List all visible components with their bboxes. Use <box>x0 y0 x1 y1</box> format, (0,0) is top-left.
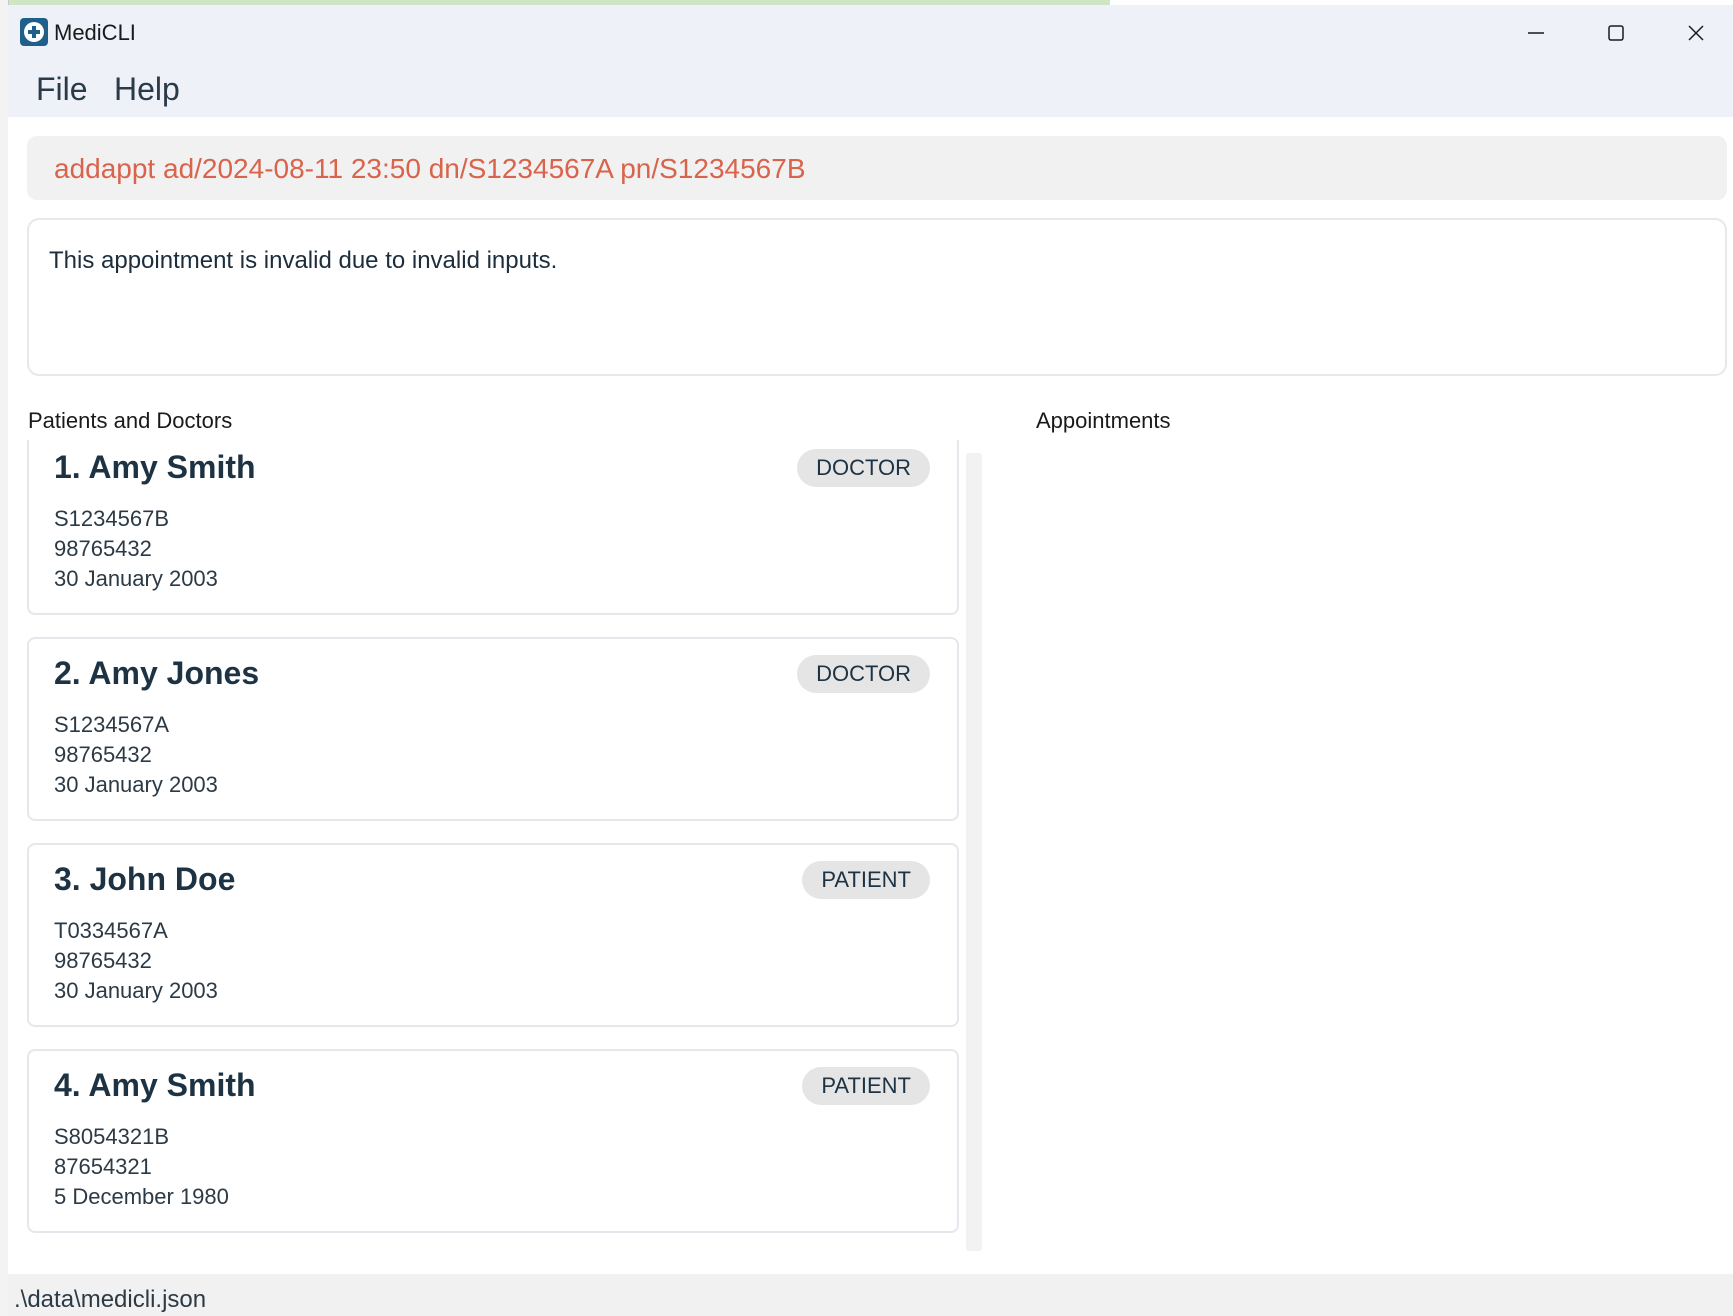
status-bar: .\data\medicli.json <box>8 1274 1733 1316</box>
people-panel-label: Patients and Doctors <box>28 408 233 433</box>
person-name: 1. Amy Smith <box>54 449 256 485</box>
person-card[interactable]: 3. John Doe PATIENT T0334567A 98765432 3… <box>27 843 959 1027</box>
person-nric: T0334567A <box>54 918 168 943</box>
result-message: This appointment is invalid due to inval… <box>49 247 558 274</box>
close-icon <box>1688 25 1704 41</box>
menu-bar: File Help <box>8 61 1733 117</box>
person-nric: S1234567A <box>54 712 169 737</box>
person-dob: 30 January 2003 <box>54 566 218 591</box>
menu-file[interactable]: File <box>36 71 88 108</box>
menu-help[interactable]: Help <box>114 71 180 108</box>
person-nric: S8054321B <box>54 1124 169 1149</box>
role-badge: DOCTOR <box>797 449 930 487</box>
person-name: 3. John Doe <box>54 861 236 897</box>
command-input[interactable]: addappt ad/2024-08-11 23:50 dn/S1234567A… <box>27 136 1727 200</box>
people-list-scrollbar[interactable] <box>966 453 982 1251</box>
window-title: MediCLI <box>54 20 136 45</box>
person-card[interactable]: 4. Amy Smith PATIENT S8054321B 87654321 … <box>27 1049 959 1233</box>
logo-cross-vertical <box>32 26 36 38</box>
person-phone: 98765432 <box>54 742 152 767</box>
title-bar[interactable]: MediCLI <box>8 5 1733 61</box>
role-badge: DOCTOR <box>797 655 930 693</box>
person-name: 2. Amy Jones <box>54 655 260 691</box>
people-list[interactable]: 1. Amy Smith DOCTOR S1234567B 98765432 3… <box>27 440 967 1250</box>
medicli-window: MediCLI File Help addappt ad/2024-08-11 … <box>8 5 1733 1316</box>
role-badge: PATIENT <box>802 1067 930 1105</box>
command-text[interactable]: addappt ad/2024-08-11 23:50 dn/S1234567A… <box>54 153 806 185</box>
close-button[interactable] <box>1656 5 1733 61</box>
result-display[interactable]: This appointment is invalid due to inval… <box>27 218 1727 376</box>
maximize-button[interactable] <box>1576 5 1656 61</box>
person-phone: 98765432 <box>54 948 152 973</box>
person-nric: S1234567B <box>54 506 169 531</box>
data-file-path: .\data\medicli.json <box>14 1286 207 1313</box>
person-phone: 87654321 <box>54 1154 152 1179</box>
app-logo-icon <box>20 18 48 46</box>
person-dob: 30 January 2003 <box>54 978 218 1003</box>
person-card[interactable]: 2. Amy Jones DOCTOR S1234567A 98765432 3… <box>27 637 959 821</box>
person-name: 4. Amy Smith <box>54 1067 256 1103</box>
appointments-panel-label: Appointments <box>1036 408 1171 433</box>
person-dob: 5 December 1980 <box>54 1184 229 1209</box>
maximize-icon <box>1608 25 1624 41</box>
minimize-icon <box>1528 32 1544 34</box>
minimize-button[interactable] <box>1496 5 1576 61</box>
person-phone: 98765432 <box>54 536 152 561</box>
person-dob: 30 January 2003 <box>54 772 218 797</box>
person-card[interactable]: 1. Amy Smith DOCTOR S1234567B 98765432 3… <box>27 440 959 615</box>
role-badge: PATIENT <box>802 861 930 899</box>
